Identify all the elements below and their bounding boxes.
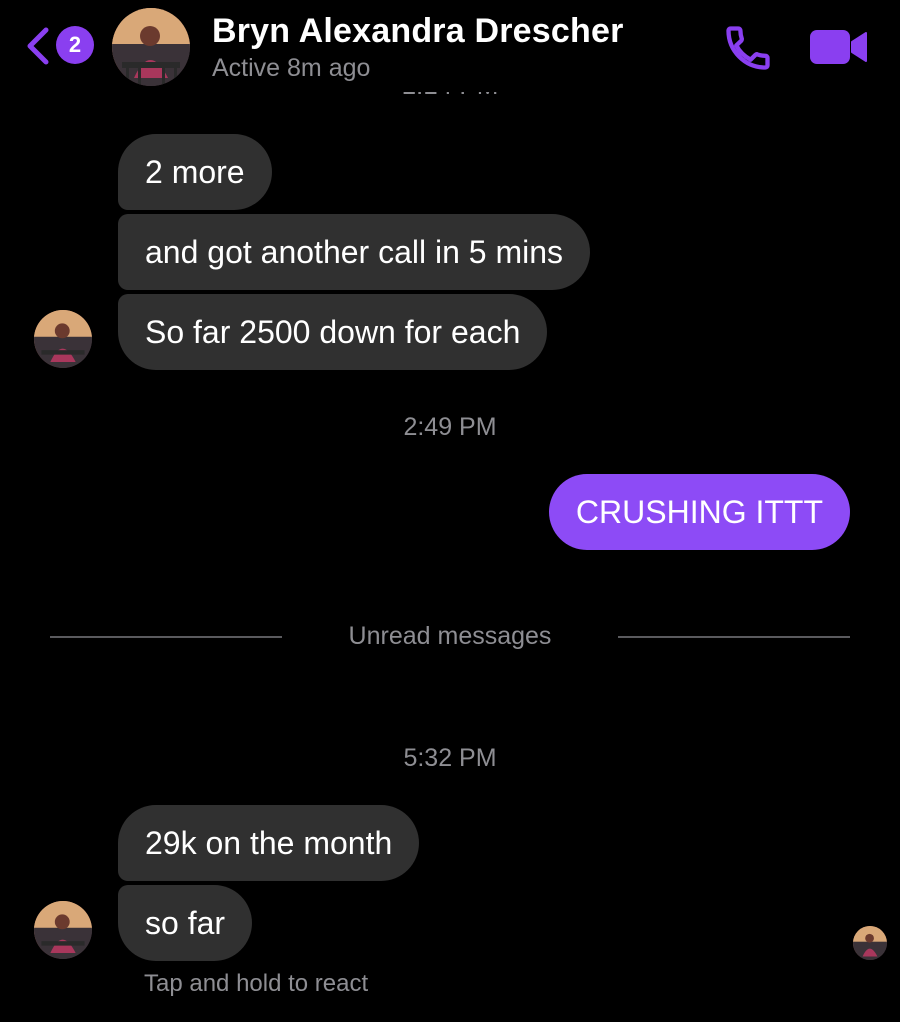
contact-name[interactable]: Bryn Alexandra Drescher	[212, 12, 624, 51]
conversation-header: 2 Bryn Alexandra Drescher Active 8m ago	[0, 0, 900, 92]
video-camera-icon	[810, 30, 867, 64]
message-bubble-outgoing[interactable]: CRUSHING ITTT	[548, 474, 850, 550]
person-photo-icon	[112, 8, 190, 86]
sender-avatar[interactable]	[34, 310, 92, 368]
back-button[interactable]: 2	[24, 22, 98, 70]
react-hint: Tap and hold to react	[144, 970, 369, 997]
message-bubble-incoming[interactable]: 29k on the month	[118, 805, 420, 881]
read-receipt-avatar	[853, 926, 887, 960]
contact-avatar[interactable]	[112, 8, 190, 86]
audio-call-button[interactable]	[722, 22, 774, 74]
sender-avatar[interactable]	[34, 901, 92, 959]
message-bubble-incoming[interactable]: so far	[118, 885, 253, 961]
message-timestamp: 5:32 PM	[403, 744, 497, 772]
active-status: Active 8m ago	[212, 54, 371, 82]
phone-icon	[726, 26, 770, 70]
video-call-button[interactable]	[808, 26, 870, 68]
chevron-left-icon	[27, 27, 49, 65]
person-photo-icon	[853, 926, 887, 960]
person-photo-icon	[34, 901, 92, 959]
person-photo-icon	[34, 310, 92, 368]
divider-line	[618, 636, 850, 638]
message-timestamp: 2:49 PM	[403, 413, 497, 441]
message-bubble-incoming[interactable]: 2 more	[118, 134, 272, 210]
message-bubble-incoming[interactable]: So far 2500 down for each	[118, 294, 548, 370]
message-bubble-incoming[interactable]: and got another call in 5 mins	[118, 214, 591, 290]
unread-count-badge: 2	[56, 26, 94, 64]
